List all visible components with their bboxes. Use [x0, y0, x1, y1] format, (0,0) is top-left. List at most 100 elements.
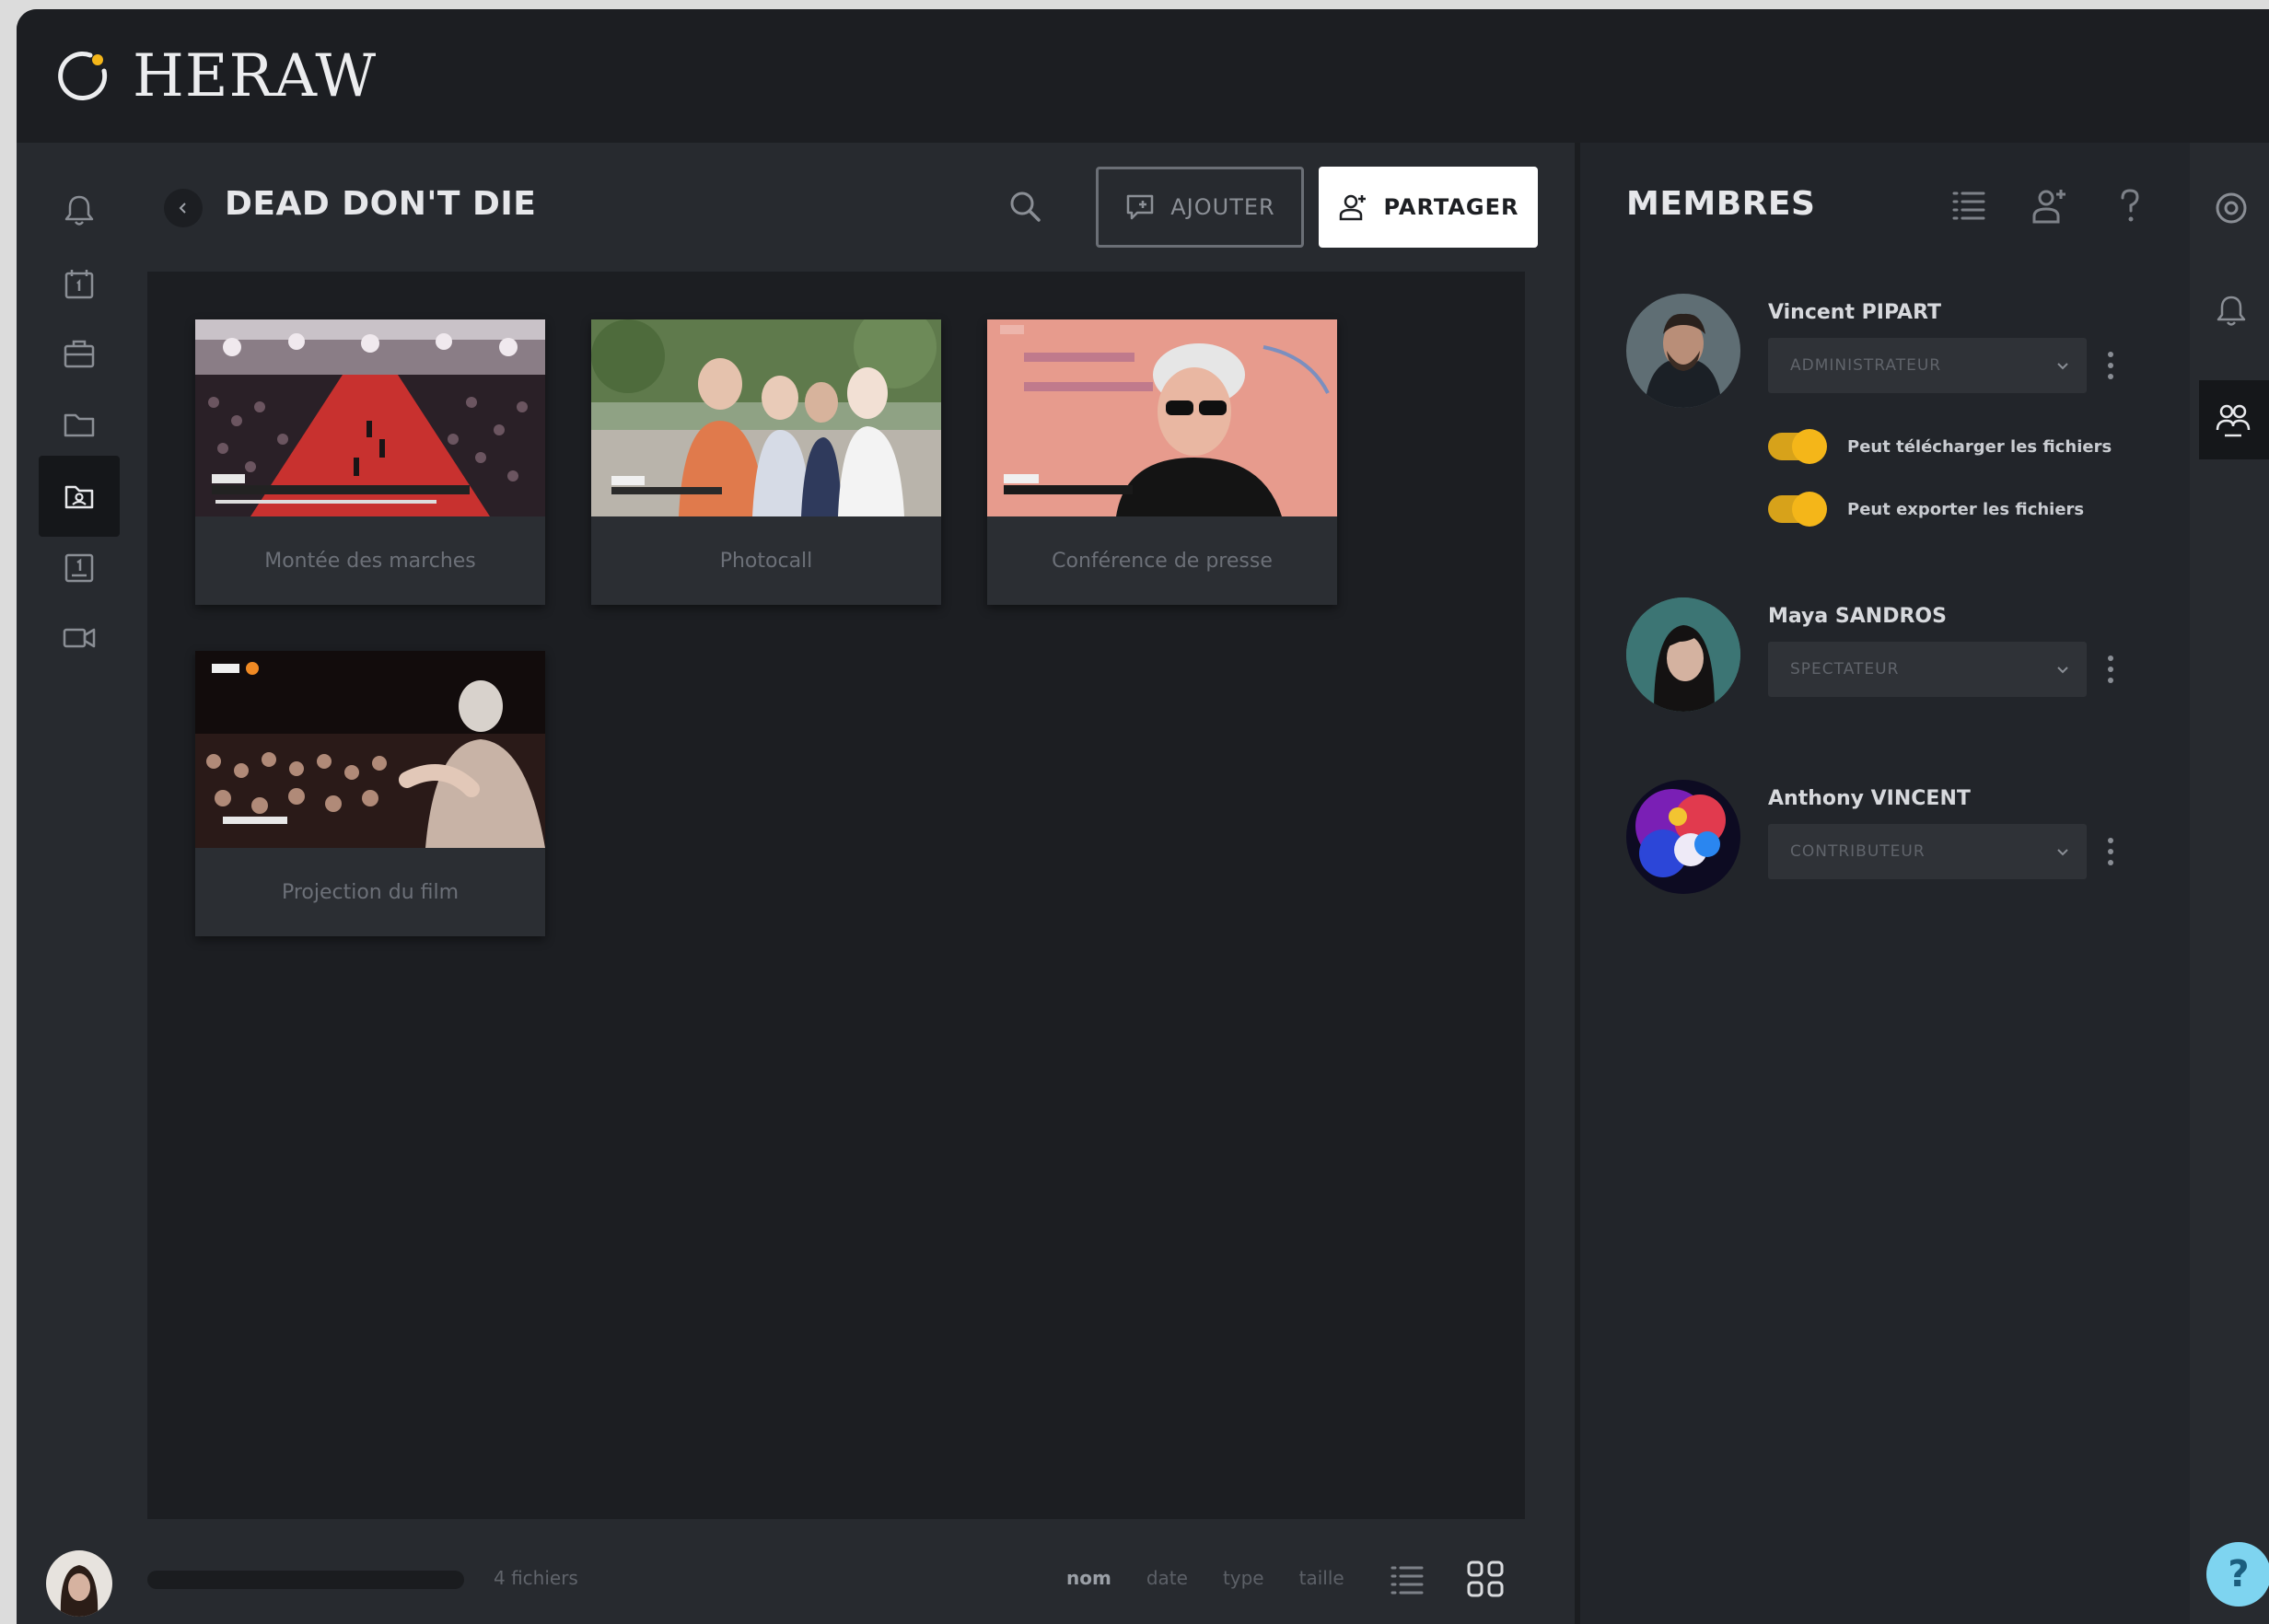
notifications-panel-button[interactable] [2210, 290, 2252, 332]
briefcase-icon [64, 340, 95, 368]
bell-icon [2217, 296, 2246, 326]
folder-label: Photocall [719, 549, 813, 573]
left-nav-rail [17, 143, 147, 1624]
add-user-icon [2032, 190, 2065, 224]
chevron-down-icon [2057, 667, 2068, 674]
members-icon [2216, 404, 2251, 437]
grid-view-button[interactable] [1464, 1558, 1507, 1600]
list-icon [1390, 1566, 1424, 1595]
logo-icon [53, 47, 112, 106]
upload-progress-bar [147, 1571, 464, 1589]
role-select-value: SPECTATEUR [1790, 660, 1900, 679]
folder-icon [64, 413, 95, 437]
add-button-label: AJOUTER [1170, 194, 1275, 220]
video-button[interactable] [39, 597, 120, 679]
role-select-value: ADMINISTRATEUR [1790, 356, 1942, 375]
projects-button[interactable] [39, 314, 120, 395]
settings-button[interactable] [2210, 187, 2252, 229]
folder-thumbnail [591, 319, 941, 516]
folder-card[interactable]: Projection du film [195, 651, 545, 936]
top-bar: HERAW [17, 9, 2269, 143]
sort-by-size[interactable]: taille [1299, 1567, 1344, 1589]
search-icon [1010, 191, 1041, 222]
permission-label: Peut exporter les fichiers [1847, 499, 2085, 519]
avatar [1626, 780, 1740, 894]
footer-bar: 4 fichiers nom date type taille [17, 1519, 1573, 1624]
share-button-label: PARTAGER [1383, 194, 1519, 220]
add-comment-icon [1127, 194, 1154, 220]
help-button[interactable] [2109, 185, 2149, 226]
bell-icon [64, 195, 94, 226]
role-select[interactable]: SPECTATEUR [1768, 642, 2087, 697]
right-tool-rail: ? [2190, 143, 2269, 1624]
more-vertical-icon [2108, 655, 2113, 683]
download-toggle[interactable] [1768, 429, 1827, 464]
share-button[interactable]: PARTAGER [1319, 167, 1538, 248]
member-row: Anthony VINCENT CONTRIBUTEUR [1626, 780, 2160, 899]
folder-label: Projection du film [281, 880, 460, 904]
role-select[interactable]: CONTRIBUTEUR [1768, 824, 2087, 879]
notifications-button[interactable] [39, 170, 120, 251]
file-count: 4 fichiers [494, 1567, 578, 1589]
sort-options: nom date type taille [1066, 1567, 1344, 1589]
help-chat-button[interactable]: ? [2206, 1542, 2269, 1607]
member-menu-button[interactable] [2101, 833, 2120, 870]
member-name: Vincent PIPART [1768, 301, 1942, 324]
folders-button[interactable] [39, 384, 120, 465]
project-header: DEAD DON'T DIE AJOUTER PARTAGER [147, 143, 1538, 272]
shared-folder-icon [64, 485, 94, 509]
shared-folder-button[interactable] [39, 456, 120, 537]
folder-thumbnail [987, 319, 1337, 516]
sort-by-date[interactable]: date [1146, 1567, 1188, 1589]
reviews-button[interactable] [39, 528, 120, 609]
members-tab[interactable] [2199, 380, 2269, 459]
avatar [1626, 294, 1740, 408]
member-name: Anthony VINCENT [1768, 787, 1971, 810]
folder-card[interactable]: Photocall [591, 319, 941, 605]
role-select[interactable]: ADMINISTRATEUR [1768, 338, 2087, 393]
calendar-button[interactable] [39, 244, 120, 325]
add-button[interactable]: AJOUTER [1096, 167, 1304, 248]
permission-download: Peut télécharger les fichiers [1768, 428, 2112, 465]
question-icon [2121, 189, 2139, 222]
folder-grid: Montée des marches Photocall Conférence … [147, 272, 1525, 1519]
add-user-icon [1340, 194, 1367, 221]
calendar-icon [64, 270, 94, 299]
members-title: MEMBRES [1626, 185, 1816, 223]
sort-by-name[interactable]: nom [1066, 1567, 1111, 1589]
members-list-button[interactable] [1949, 185, 1989, 226]
logo-text: HERAW [133, 42, 378, 110]
search-button[interactable] [1002, 183, 1050, 231]
member-menu-button[interactable] [2101, 651, 2120, 688]
chevron-down-icon [2057, 849, 2068, 856]
member-row: Maya SANDROS SPECTATEUR [1626, 597, 2160, 717]
folder-thumbnail [195, 319, 545, 516]
avatar[interactable] [46, 1550, 112, 1617]
folder-label: Conférence de presse [1052, 549, 1273, 573]
logo[interactable]: HERAW [53, 42, 378, 110]
export-toggle[interactable] [1768, 492, 1827, 527]
member-row: Vincent PIPART ADMINISTRATEUR Peut téléc… [1626, 294, 2160, 570]
folder-card[interactable]: Conférence de presse [987, 319, 1337, 605]
folder-thumbnail [195, 651, 545, 848]
member-name: Maya SANDROS [1768, 605, 1947, 628]
members-panel: MEMBRES Vincent PIPART ADMINISTRATEUR Pe… [1575, 143, 2190, 1624]
more-vertical-icon [2108, 838, 2113, 865]
more-vertical-icon [2108, 352, 2113, 379]
list-icon [1952, 191, 1985, 220]
add-member-button[interactable] [2028, 185, 2068, 226]
member-menu-button[interactable] [2101, 347, 2120, 384]
avatar [1626, 597, 1740, 712]
review-icon [64, 553, 94, 583]
permission-export: Peut exporter les fichiers [1768, 491, 2084, 528]
settings-icon [2216, 192, 2247, 224]
back-button[interactable] [164, 189, 203, 227]
sort-by-type[interactable]: type [1223, 1567, 1264, 1589]
page-title: DEAD DON'T DIE [225, 185, 537, 223]
folder-card[interactable]: Montée des marches [195, 319, 545, 605]
grid-icon [1467, 1560, 1504, 1597]
app-window: HERAW DEAD DON'T DIE AJOUTER PARTAGER Mo… [17, 9, 2269, 1624]
role-select-value: CONTRIBUTEUR [1790, 842, 1926, 861]
chevron-down-icon [2057, 363, 2068, 370]
list-view-button[interactable] [1387, 1560, 1427, 1600]
